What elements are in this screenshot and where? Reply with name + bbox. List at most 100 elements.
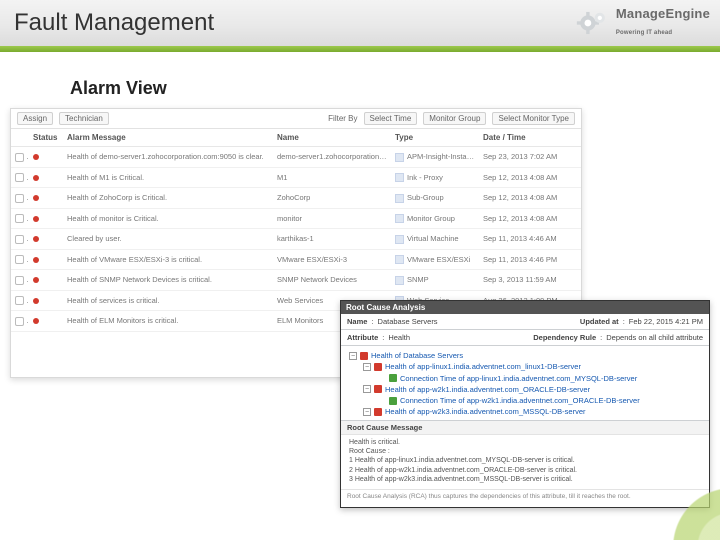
- tree-node[interactable]: Connection Time of app-linux1.india.adve…: [377, 373, 701, 384]
- tree-node-label: Connection Time of app-w2k1.india.advent…: [400, 395, 640, 406]
- cell-date: Sep 12, 2013 4:08 AM: [479, 208, 581, 229]
- tree-node-label: Health of app-w2k3.india.adventnet.com_M…: [385, 406, 586, 417]
- table-row[interactable]: Health of VMware ESX/ESXi-3 is critical.…: [11, 249, 581, 270]
- filter-by-label: Filter By: [328, 114, 357, 123]
- col-status[interactable]: Status: [29, 129, 63, 147]
- rca-name-value: Database Servers: [378, 317, 438, 326]
- cell-date: Sep 23, 2013 7:02 AM: [479, 147, 581, 168]
- technician-dropdown[interactable]: Technician: [59, 112, 109, 125]
- rc-line: Health is critical.: [349, 438, 701, 447]
- type-icon: [395, 255, 404, 264]
- table-row[interactable]: Health of ZohoCorp is Critical.ZohoCorpS…: [11, 188, 581, 209]
- status-dot: [33, 277, 39, 283]
- assign-button[interactable]: Assign: [17, 112, 53, 125]
- tree-node-label: Connection Time of app-linux1.india.adve…: [400, 373, 637, 384]
- col-name[interactable]: Name: [273, 129, 391, 147]
- rca-name-label: Name: [347, 317, 367, 326]
- tree-toggle-icon[interactable]: −: [349, 352, 357, 360]
- health-square-icon: [360, 352, 368, 360]
- status-dot: [33, 318, 39, 324]
- rca-rule-label: Dependency Rule: [533, 333, 596, 342]
- row-checkbox[interactable]: [15, 235, 24, 244]
- health-square-icon: [389, 397, 397, 405]
- rca-caption: Root Cause Analysis: [341, 301, 709, 314]
- health-square-icon: [374, 363, 382, 371]
- cell-message: Health of services is critical.: [63, 290, 273, 311]
- rca-root-cause-heading: Root Cause Message: [341, 420, 709, 435]
- tree-node[interactable]: − Health of app-linux1.india.adventnet.co…: [363, 361, 701, 372]
- rca-updated-value: Feb 22, 2015 4:21 PM: [629, 317, 703, 326]
- cell-message: Health of ELM Monitors is critical.: [63, 311, 273, 332]
- rca-attr-value: Health: [388, 333, 410, 342]
- cell-message: Health of demo-server1.zohocorporation.c…: [63, 147, 273, 168]
- cell-name: M1: [273, 167, 391, 188]
- table-row[interactable]: Health of M1 is Critical.M1Ink - ProxySe…: [11, 167, 581, 188]
- col-type[interactable]: Type: [391, 129, 479, 147]
- brand-tagline: Powering IT ahead: [616, 30, 672, 36]
- cell-type: Sub-Group: [391, 188, 479, 209]
- status-dot: [33, 154, 39, 160]
- cell-message: Health of M1 is Critical.: [63, 167, 273, 188]
- cell-date: Sep 3, 2013 11:59 AM: [479, 270, 581, 291]
- table-row[interactable]: Health of monitor is Critical.monitorMon…: [11, 208, 581, 229]
- cell-date: Sep 12, 2013 4:08 AM: [479, 188, 581, 209]
- tree-node[interactable]: − Health of app-w2k1.india.adventnet.com_…: [363, 384, 701, 395]
- type-icon: [395, 214, 404, 223]
- cell-type: Ink - Proxy: [391, 167, 479, 188]
- type-icon: [395, 173, 404, 182]
- select-time-dropdown[interactable]: Select Time: [364, 112, 418, 125]
- rca-rule-value: Depends on all child attribute: [606, 333, 703, 342]
- type-icon: [395, 194, 404, 203]
- cell-type: VMware ESX/ESXi: [391, 249, 479, 270]
- row-checkbox[interactable]: [15, 214, 24, 223]
- monitor-type-dropdown[interactable]: Select Monitor Type: [492, 112, 575, 125]
- tree-node[interactable]: Connection Time of app-w2k1.india.advent…: [377, 395, 701, 406]
- monitor-group-dropdown[interactable]: Monitor Group: [423, 112, 486, 125]
- cell-name: ZohoCorp: [273, 188, 391, 209]
- rca-updated-label: Updated at: [580, 317, 619, 326]
- row-checkbox[interactable]: [15, 255, 24, 264]
- tree-node-label: Health of app-w2k1.india.adventnet.com_O…: [385, 384, 590, 395]
- brand-name: ManageEngine: [616, 6, 710, 21]
- rc-line: Root Cause :: [349, 447, 701, 456]
- gear-icon: [576, 10, 610, 36]
- type-icon: [395, 153, 404, 162]
- health-square-icon: [389, 374, 397, 382]
- tree-toggle-icon[interactable]: −: [363, 385, 371, 393]
- table-row[interactable]: Health of demo-server1.zohocorporation.c…: [11, 147, 581, 168]
- status-dot: [33, 175, 39, 181]
- tree-node-label: Health of Database Servers: [371, 350, 463, 361]
- cell-message: Health of ZohoCorp is Critical.: [63, 188, 273, 209]
- row-checkbox[interactable]: [15, 276, 24, 285]
- table-row[interactable]: Health of SNMP Network Devices is critic…: [11, 270, 581, 291]
- row-checkbox[interactable]: [15, 153, 24, 162]
- row-checkbox[interactable]: [15, 194, 24, 203]
- col-message[interactable]: Alarm Message: [63, 129, 273, 147]
- tree-node-label: Health of app-linux1.india.adventnet.com…: [385, 361, 581, 372]
- row-checkbox[interactable]: [15, 296, 24, 305]
- col-date[interactable]: Date / Time: [479, 129, 581, 147]
- rca-attr-label: Attribute: [347, 333, 378, 342]
- brand-logo: ManageEngine Powering IT ahead: [576, 6, 710, 39]
- table-row[interactable]: Cleared by user.karthikas-1Virtual Machi…: [11, 229, 581, 250]
- cell-name: demo-server1.zohocorporation.com:9050: [273, 147, 391, 168]
- cell-date: Sep 11, 2013 4:46 PM: [479, 249, 581, 270]
- status-dot: [33, 257, 39, 263]
- row-checkbox[interactable]: [15, 317, 24, 326]
- cell-type: Virtual Machine: [391, 229, 479, 250]
- section-heading-alarm: Alarm View: [70, 78, 167, 99]
- row-checkbox[interactable]: [15, 173, 24, 182]
- cell-type: Monitor Group: [391, 208, 479, 229]
- tree-node[interactable]: − Health of app-w2k3.india.adventnet.com_…: [363, 406, 701, 417]
- status-dot: [33, 298, 39, 304]
- cell-name: monitor: [273, 208, 391, 229]
- tree-toggle-icon[interactable]: −: [363, 408, 371, 416]
- status-dot: [33, 236, 39, 242]
- cell-message: Health of VMware ESX/ESXi-3 is critical.: [63, 249, 273, 270]
- tree-node[interactable]: − Health of Database Servers: [349, 350, 701, 361]
- cell-message: Health of monitor is Critical.: [63, 208, 273, 229]
- cell-type: APM-Insight-Instance: [391, 147, 479, 168]
- type-icon: [395, 235, 404, 244]
- cell-type: SNMP: [391, 270, 479, 291]
- tree-toggle-icon[interactable]: −: [363, 363, 371, 371]
